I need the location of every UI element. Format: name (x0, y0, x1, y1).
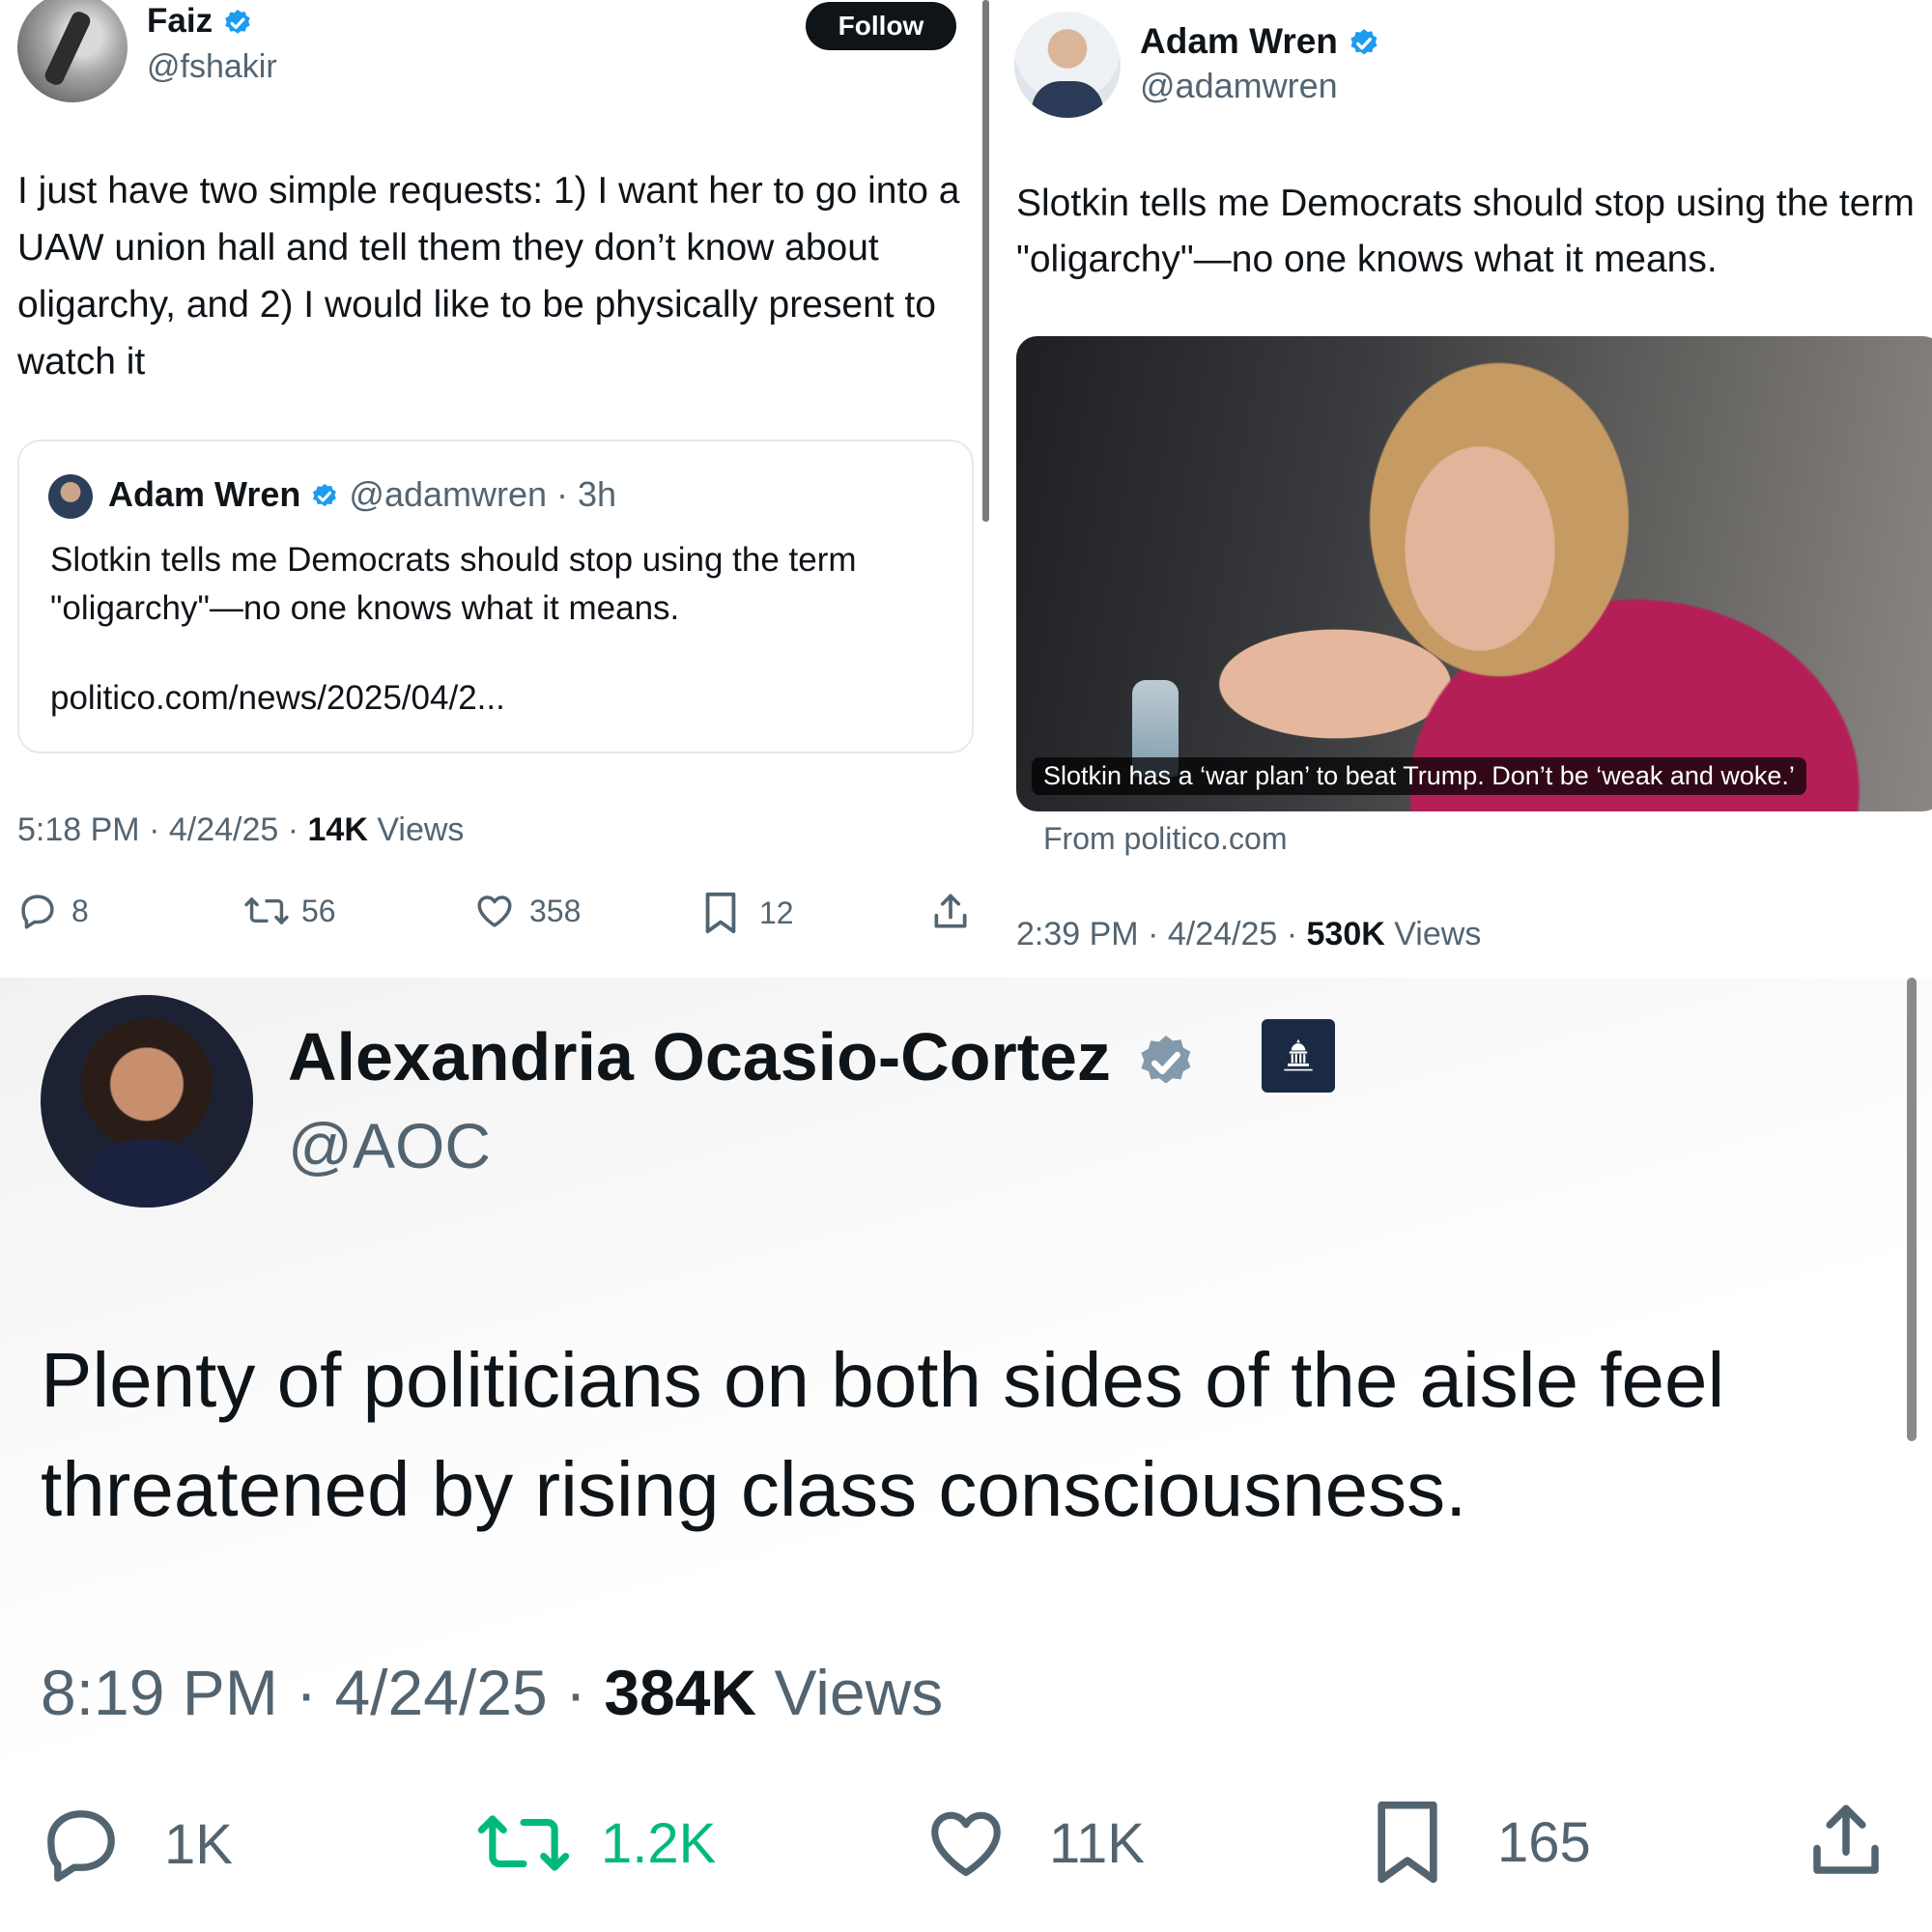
author-name[interactable]: Alexandria Ocasio-Cortez (288, 1019, 1111, 1094)
reply-icon (17, 891, 58, 931)
quoted-text: Slotkin tells me Democrats should stop u… (50, 541, 857, 627)
share-icon (1803, 1798, 1889, 1885)
author-handle[interactable]: @adamwren (1140, 66, 1338, 106)
views-count: 14K (307, 811, 368, 848)
tweet-meta: 2:39 PM · 4/24/25 · 530K Views (1016, 916, 1481, 953)
reply-button[interactable]: 8 (17, 891, 89, 931)
tweet-text: Slotkin tells me Democrats should stop u… (1016, 183, 1915, 280)
avatar-faiz[interactable] (17, 0, 128, 102)
timestamp[interactable]: 5:18 PM · 4/24/25 · (17, 811, 308, 848)
author-handle[interactable]: @AOC (288, 1109, 491, 1182)
tweet-adam-wren: Adam Wren @adamwren Slotkin tells me Dem… (989, 0, 1932, 978)
bookmark-count: 165 (1497, 1810, 1591, 1874)
repost-count: 1.2K (601, 1811, 717, 1875)
author-handle[interactable]: @fshakir (147, 48, 277, 86)
verified-badge-icon (1135, 1032, 1197, 1094)
repost-button[interactable]: 1.2K (475, 1802, 716, 1885)
scrollbar[interactable] (1907, 978, 1917, 1441)
government-badge-icon[interactable] (1262, 1019, 1335, 1093)
author-name-row[interactable]: Adam Wren (1140, 21, 1380, 62)
views-count: 530K (1306, 916, 1385, 952)
author-name[interactable]: Faiz (147, 2, 213, 40)
action-bar: 8 56 358 12 (0, 887, 976, 945)
scrollbar[interactable] (982, 0, 989, 522)
verified-badge-icon (222, 8, 253, 39)
reply-count: 1K (164, 1812, 233, 1876)
action-bar: 1K 1.2K 11K 165 (0, 1794, 1932, 1890)
author-name-row[interactable]: Faiz (147, 2, 253, 41)
reply-count: 8 (71, 893, 89, 928)
tweet-text: Plenty of politicians on both sides of t… (41, 1337, 1725, 1532)
quoted-author-name: Adam Wren (108, 474, 301, 514)
reply-button[interactable]: 1K (39, 1802, 233, 1887)
verified-badge-icon (1348, 27, 1380, 60)
share-button[interactable] (1803, 1798, 1889, 1885)
tweet-meta: 8:19 PM · 4/24/25 · 384K Views (41, 1656, 943, 1729)
like-button[interactable]: 358 (473, 891, 581, 931)
tweet-meta: 5:18 PM · 4/24/25 · 14K Views (17, 811, 464, 849)
views-count: 384K (604, 1657, 757, 1728)
views-label: Views (1394, 916, 1482, 952)
author-name[interactable]: Adam Wren (1140, 21, 1338, 61)
bookmark-button[interactable]: 12 (701, 891, 794, 935)
bookmark-icon (701, 891, 740, 935)
like-count: 11K (1049, 1811, 1145, 1875)
timestamp[interactable]: 2:39 PM · 4/24/25 · (1016, 916, 1307, 952)
like-icon (923, 1802, 1009, 1885)
link-card-caption: Slotkin has a ‘war plan’ to beat Trump. … (1032, 757, 1806, 795)
repost-icon (475, 1802, 572, 1885)
repost-count: 56 (301, 893, 336, 928)
link-card-image[interactable]: Slotkin has a ‘war plan’ to beat Trump. … (1016, 336, 1932, 811)
tweet-text: I just have two simple requests: 1) I wa… (17, 170, 960, 383)
verified-badge-icon (310, 482, 339, 511)
share-icon (929, 891, 972, 933)
quoted-header: Adam Wren @adamwren · 3h (108, 474, 616, 515)
avatar-aoc[interactable] (41, 995, 253, 1208)
share-button[interactable] (929, 891, 972, 933)
views-label: Views (774, 1657, 944, 1728)
quoted-handle-time: @adamwren · 3h (349, 474, 617, 514)
author-name-row[interactable]: Alexandria Ocasio-Cortez (288, 1018, 1197, 1095)
like-button[interactable]: 11K (923, 1802, 1145, 1885)
like-count: 358 (529, 893, 582, 928)
avatar-adam-wren[interactable] (1014, 12, 1121, 118)
quoted-avatar (48, 474, 93, 519)
tweet-aoc: Alexandria Ocasio-Cortez @AOC Plenty of … (0, 978, 1932, 1932)
bookmark-count: 12 (759, 895, 794, 930)
repost-button[interactable]: 56 (243, 891, 336, 931)
follow-button[interactable]: Follow (806, 2, 956, 50)
bookmark-icon (1370, 1798, 1445, 1887)
like-icon (473, 891, 516, 931)
timestamp[interactable]: 8:19 PM · 4/24/25 · (41, 1657, 604, 1728)
reply-icon (39, 1802, 124, 1887)
tweet-faiz: Faiz @fshakir Follow I just have two sim… (0, 0, 987, 978)
quoted-link[interactable]: politico.com/news/2025/04/2... (50, 679, 505, 718)
bookmark-button[interactable]: 165 (1370, 1798, 1591, 1887)
repost-icon (243, 891, 290, 931)
quoted-tweet[interactable]: Adam Wren @adamwren · 3h Slotkin tells m… (17, 440, 974, 753)
link-source[interactable]: From politico.com (1043, 821, 1288, 857)
views-label: Views (377, 811, 465, 848)
